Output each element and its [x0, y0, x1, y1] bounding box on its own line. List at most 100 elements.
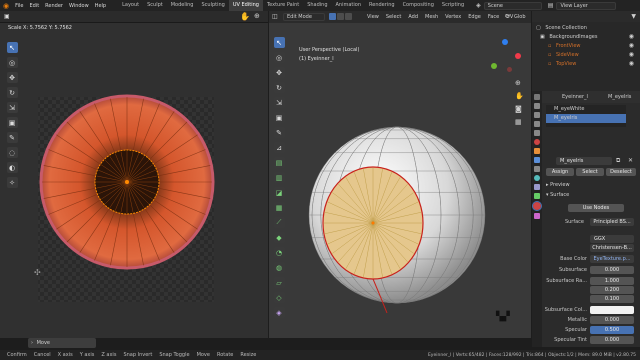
distribution-selector[interactable]: GGX	[590, 235, 634, 243]
grab-tool-icon[interactable]: ◌	[6, 147, 18, 158]
relax-tool-icon[interactable]: ◐	[6, 162, 18, 173]
move-operator-panel[interactable]: › Move	[28, 338, 96, 348]
view-layer-selector[interactable]: View Layer	[556, 1, 617, 10]
scene-icon[interactable]: ◈	[476, 2, 481, 9]
assign-button[interactable]: Assign	[546, 168, 574, 176]
extrude-tool-icon[interactable]: ▤	[273, 157, 285, 168]
subsurface-radius-x[interactable]: 1.000	[590, 277, 634, 285]
visibility-eye-icon[interactable]: ◉	[629, 42, 634, 49]
spin-tool-icon[interactable]: ◔	[273, 247, 285, 258]
surface-section-header[interactable]: ▾ Surface	[546, 191, 569, 200]
tab-compositing[interactable]: Compositing	[399, 0, 438, 11]
tool-tab-icon[interactable]	[534, 94, 540, 100]
vp-menu-select[interactable]: Select	[386, 14, 401, 20]
tab-rendering[interactable]: Rendering	[365, 0, 399, 11]
uv-editor-type-icon[interactable]: ▣	[4, 13, 10, 20]
outliner-item[interactable]: ▫ FrontView	[548, 42, 581, 51]
bevel-tool-icon[interactable]: ◪	[273, 187, 285, 198]
vp-annotate-tool-icon[interactable]: ✎	[273, 127, 285, 138]
face-select-icon[interactable]	[345, 13, 352, 20]
tab-scripting[interactable]: Scripting	[438, 0, 468, 11]
outliner-item[interactable]: ▫ SideView	[548, 51, 579, 60]
zoom-icon[interactable]: ⊕	[515, 79, 524, 87]
edge-slide-tool-icon[interactable]: ▱	[273, 277, 285, 288]
physics-tab-icon[interactable]	[534, 175, 540, 181]
menu-render[interactable]: Render	[45, 3, 63, 9]
visibility-eye-icon[interactable]: ◉	[629, 33, 634, 40]
view-layer-icon[interactable]: ▤	[548, 2, 554, 9]
navigation-gizmo[interactable]	[487, 39, 523, 75]
tab-uv-editing[interactable]: UV Editing	[228, 0, 263, 11]
material-tab-icon[interactable]	[532, 201, 542, 211]
uv-layout[interactable]: ✣	[0, 32, 268, 338]
gizmo-z-axis-icon[interactable]	[502, 39, 508, 45]
inset-tool-icon[interactable]: ▥	[273, 172, 285, 183]
use-nodes-button[interactable]: Use Nodes	[568, 204, 624, 212]
object-tab-icon[interactable]	[534, 148, 540, 154]
scene-selector[interactable]: Scene	[483, 1, 542, 10]
render-tab-icon[interactable]	[534, 103, 540, 109]
menu-edit[interactable]: Edit	[29, 3, 39, 9]
world-tab-icon[interactable]	[534, 139, 540, 145]
vp-menu-edge[interactable]: Edge	[468, 14, 481, 20]
knife-tool-icon[interactable]: ⟋	[273, 217, 285, 228]
subsurface-radius-y[interactable]: 0.200	[590, 286, 634, 294]
menu-file[interactable]: File	[15, 3, 23, 9]
select-tool-icon[interactable]: ↖	[6, 42, 18, 53]
poly-build-tool-icon[interactable]: ◆	[273, 232, 285, 243]
hand-pan-icon[interactable]: ✋	[240, 12, 250, 21]
visibility-eye-icon[interactable]: ◉	[629, 51, 634, 58]
vp-menu-face[interactable]: Face	[488, 14, 499, 20]
base-color-field[interactable]: EyeTexture.p...	[590, 255, 634, 263]
mode-selector[interactable]: Edit Mode	[283, 13, 325, 21]
vp-transform-tool-icon[interactable]: ▣	[273, 112, 285, 123]
texture-tab-icon[interactable]	[534, 213, 540, 219]
filter-icon[interactable]: ▼	[631, 13, 636, 20]
rotate-tool-icon[interactable]: ↻	[6, 87, 18, 98]
grid-icon[interactable]: ▦	[515, 118, 524, 126]
subsurface-radius-z[interactable]: 0.100	[590, 295, 634, 303]
vp-menu-add[interactable]: Add	[408, 14, 418, 20]
subsurface-method-selector[interactable]: Christensen-B...	[590, 244, 634, 252]
tab-sculpt[interactable]: Sculpt	[143, 0, 167, 11]
outliner-item[interactable]: ▣ BackgroundImages	[540, 33, 597, 42]
gizmo-x-axis-icon[interactable]	[515, 53, 521, 59]
specular-field[interactable]: 0.500	[590, 326, 634, 334]
viewport-3d[interactable]: User Perspective (Local) (1) Eyeinner_l …	[269, 23, 531, 338]
scale-tool-icon[interactable]: ⇲	[6, 102, 18, 113]
vp-select-tool-icon[interactable]: ↖	[273, 37, 285, 48]
output-tab-icon[interactable]	[534, 112, 540, 118]
material-name-field[interactable]: M_eyelris	[556, 157, 612, 165]
modifier-tab-icon[interactable]	[534, 157, 540, 163]
menu-window[interactable]: Window	[69, 3, 89, 9]
deselect-button[interactable]: Deselect	[606, 168, 636, 176]
subsurface-field[interactable]: 0.000	[590, 266, 634, 274]
tab-sculpting[interactable]: Sculpting	[197, 0, 228, 11]
tab-texture-paint[interactable]: Texture Paint	[263, 0, 303, 11]
cursor-tool-icon[interactable]: ◎	[6, 57, 18, 68]
menu-help[interactable]: Help	[95, 3, 106, 9]
annotate-tool-icon[interactable]: ✎	[6, 132, 18, 143]
tab-layout[interactable]: Layout	[118, 0, 143, 11]
scene-tab-icon[interactable]	[534, 130, 540, 136]
vp-measure-tool-icon[interactable]: ⊿	[273, 142, 285, 153]
select-button[interactable]: Select	[576, 168, 604, 176]
hand-pan-icon[interactable]: ✋	[515, 92, 524, 100]
zoom-icon[interactable]: ⊕	[254, 12, 260, 20]
particles-tab-icon[interactable]	[534, 166, 540, 172]
specular-tint-field[interactable]: 0.000	[590, 336, 634, 344]
move-tool-icon[interactable]: ✥	[6, 72, 18, 83]
vp-menu-view[interactable]: View	[367, 14, 379, 20]
vp-scale-tool-icon[interactable]: ⇲	[273, 97, 285, 108]
edge-select-icon[interactable]	[337, 13, 344, 20]
transform-orientation-icon[interactable]: ⟳	[505, 13, 510, 20]
uv-editor-canvas[interactable]: ✣ ↖ ◎ ✥ ↻ ⇲ ▣ ✎ ◌ ◐ ✧	[0, 32, 268, 338]
glob-label[interactable]: Glob	[514, 14, 526, 20]
outliner-scene-collection[interactable]: ▢ Scene Collection	[536, 24, 587, 33]
metallic-field[interactable]: 0.000	[590, 316, 634, 324]
camera-icon[interactable]: ◙	[515, 105, 524, 113]
pinch-tool-icon[interactable]: ✧	[6, 177, 18, 188]
material-slot-list[interactable]: M_eyeWhite M_eyelris	[546, 105, 626, 127]
shear-tool-icon[interactable]: ◈	[273, 307, 285, 318]
vp-menu-vertex[interactable]: Vertex	[445, 14, 461, 20]
